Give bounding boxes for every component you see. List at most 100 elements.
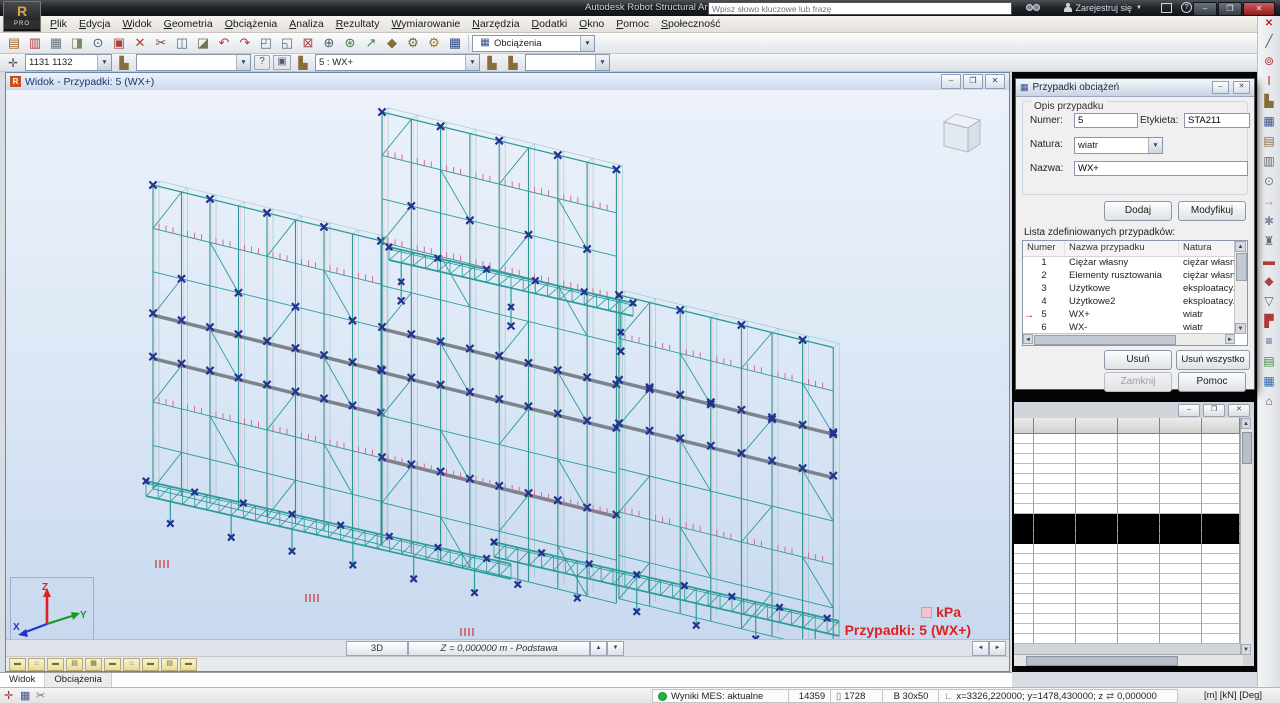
ramp-icon[interactable]: ◆ <box>1260 273 1278 290</box>
table-row[interactable] <box>1014 544 1240 554</box>
results-status[interactable]: Wyniki MES: aktualne <box>652 689 792 703</box>
menu-narzdzia[interactable]: Narzędzia <box>466 17 525 31</box>
undo-icon[interactable]: ↶ <box>214 34 234 52</box>
table-vertical-scrollbar[interactable]: ▲ ▼ <box>1240 418 1252 655</box>
menu-geometria[interactable]: Geometria <box>158 17 219 31</box>
snow-load-icon[interactable]: ✱ <box>1260 213 1278 230</box>
table-row[interactable] <box>1014 474 1240 484</box>
bars-selection-combo[interactable]: ▼ <box>136 54 251 71</box>
menu-widok[interactable]: Widok <box>116 17 157 31</box>
zoom-out-icon[interactable]: ⌂ <box>123 658 140 671</box>
case-row-4[interactable]: 4Użytkowe2eksploatacy... <box>1023 296 1247 309</box>
table-icon[interactable]: ▦ <box>1260 373 1278 390</box>
results-grid[interactable] <box>1014 418 1240 644</box>
redraw-icon[interactable]: ▬ <box>180 658 197 671</box>
combo-arrow-icon[interactable]: ▼ <box>236 55 250 70</box>
redo-icon[interactable]: ↷ <box>235 34 255 52</box>
combo-arrow-icon[interactable]: ▼ <box>1148 138 1162 153</box>
nodes-selection-combo[interactable]: 1131 1132 ▼ <box>25 54 112 71</box>
combo-arrow-icon[interactable]: ▼ <box>595 55 609 70</box>
combo-arrow-icon[interactable]: ▼ <box>97 55 111 70</box>
table-row[interactable] <box>1014 464 1240 474</box>
table-row[interactable] <box>1014 504 1240 514</box>
screenshot-icon[interactable]: ▣ <box>273 55 291 70</box>
table-row[interactable] <box>1014 614 1240 624</box>
support-hand-icon[interactable]: ▽ <box>1260 293 1278 310</box>
menu-okno[interactable]: Okno <box>573 17 610 31</box>
pan-icon[interactable]: ▤ <box>161 658 178 671</box>
help-pointer-icon[interactable]: ? <box>254 55 270 70</box>
menu-pomoc[interactable]: Pomoc <box>610 17 655 31</box>
view-mode-icon[interactable]: ✛ <box>4 689 13 702</box>
snap-icon[interactable]: ✂ <box>36 689 45 702</box>
level-selector[interactable]: Z = 0,000000 m - Podstawa <box>408 641 590 656</box>
search-go-icon[interactable] <box>1026 1 1040 14</box>
case-row-2[interactable]: 2Elementy rusztowaniaciężar własny <box>1023 270 1247 283</box>
zoom-all-icon[interactable]: ▦ <box>85 658 102 671</box>
search-input[interactable] <box>708 2 1012 15</box>
draw-bar-icon[interactable]: ╱ <box>1260 33 1278 50</box>
close-button[interactable]: ✕ <box>1243 2 1275 16</box>
toolbar-close-icon[interactable]: ✕ <box>1265 18 1273 30</box>
sign-in-label[interactable]: Zarejestruj się <box>1076 3 1133 13</box>
case-row-1[interactable]: 1Ciężar własnyciężar własny <box>1023 257 1247 270</box>
case-row-5[interactable]: →5WX+wiatr <box>1023 309 1247 322</box>
view-yz-icon[interactable]: ▬ <box>47 658 64 671</box>
storey-icon[interactable]: ▥ <box>1260 153 1278 170</box>
view-rotate-icon[interactable]: ↗ <box>361 34 381 52</box>
view-mode-selector[interactable]: 3D <box>346 641 408 656</box>
mode-combo[interactable]: ▼ <box>525 54 610 71</box>
restore-button[interactable]: ❐ <box>1218 2 1242 16</box>
table-row[interactable] <box>1014 564 1240 574</box>
view-manager-icon[interactable]: ◰ <box>256 34 276 52</box>
usun-button[interactable]: Usuń <box>1104 350 1172 370</box>
nazwa-field[interactable] <box>1074 161 1248 176</box>
truck-load-icon[interactable]: ▛ <box>1260 313 1278 330</box>
rotate-icon[interactable]: ▬ <box>142 658 159 671</box>
combo-arrow-icon[interactable]: ▼ <box>465 55 479 70</box>
dialog-minimize-button[interactable]: – <box>1212 81 1229 94</box>
menu-rezultaty[interactable]: Rezultaty <box>330 17 386 31</box>
open-project-icon[interactable]: ▤ <box>4 34 24 52</box>
layers-icon[interactable]: ≡ <box>1260 333 1278 350</box>
table-row[interactable] <box>1014 624 1240 634</box>
menu-edycja[interactable]: Edycja <box>73 17 117 31</box>
table-row[interactable] <box>1014 594 1240 604</box>
numer-field[interactable] <box>1074 113 1138 128</box>
measure-icon[interactable]: ◆ <box>382 34 402 52</box>
sections-icon[interactable]: Ⅰ <box>1260 73 1278 90</box>
selection-type-combo[interactable]: ▦ Obciążenia ▼ <box>472 35 595 52</box>
report-icon[interactable]: ▤ <box>1260 353 1278 370</box>
preferences-icon[interactable]: ⚙ <box>424 34 444 52</box>
level-down-button[interactable]: ▼ <box>607 641 624 656</box>
menu-analiza[interactable]: Analiza <box>283 17 329 31</box>
scroll-left-button[interactable]: ◄ <box>972 641 989 656</box>
scroll-right-button[interactable]: ► <box>989 641 1006 656</box>
zoom-in-icon[interactable]: ▬ <box>104 658 121 671</box>
calculator-icon[interactable]: ▣ <box>109 34 129 52</box>
tables-icon[interactable]: ▦ <box>445 34 465 52</box>
panels-icon[interactable]: ▦ <box>1260 113 1278 130</box>
sign-in-area[interactable]: Zarejestruj się ▼ <box>1064 1 1142 14</box>
usun-wszystko-button[interactable]: Usuń wszystko <box>1176 350 1250 370</box>
menu-plik[interactable]: Plik <box>44 17 73 31</box>
properties-icon[interactable]: ⊚ <box>1260 53 1278 70</box>
binoculars-icon[interactable] <box>1026 3 1040 13</box>
roof-icon[interactable]: ⌂ <box>1260 393 1278 410</box>
dialog-close-button[interactable]: ✕ <box>1233 81 1250 94</box>
combo-arrow-icon[interactable]: ▼ <box>580 36 594 51</box>
table-minimize-button[interactable]: – <box>1178 404 1200 417</box>
list-horizontal-scrollbar[interactable]: ◄ ► <box>1023 333 1235 345</box>
grid-icon[interactable]: ▦ <box>20 689 30 702</box>
load-case-combo[interactable]: 5 : WX+ ▼ <box>315 54 480 71</box>
storey-up-icon[interactable]: ▤ <box>1260 133 1278 150</box>
level-up-button[interactable]: ▲ <box>590 641 607 656</box>
table-row[interactable] <box>1014 514 1240 524</box>
view-3d-icon[interactable]: ▤ <box>66 658 83 671</box>
table-row[interactable] <box>1014 484 1240 494</box>
case-row-3[interactable]: 3Użytkoweeksploatacy... <box>1023 283 1247 296</box>
viewport-minimize-button[interactable]: – <box>941 74 961 89</box>
table-row[interactable] <box>1014 454 1240 464</box>
store-icon[interactable] <box>1161 1 1172 14</box>
table-restore-button[interactable]: ❐ <box>1203 404 1225 417</box>
